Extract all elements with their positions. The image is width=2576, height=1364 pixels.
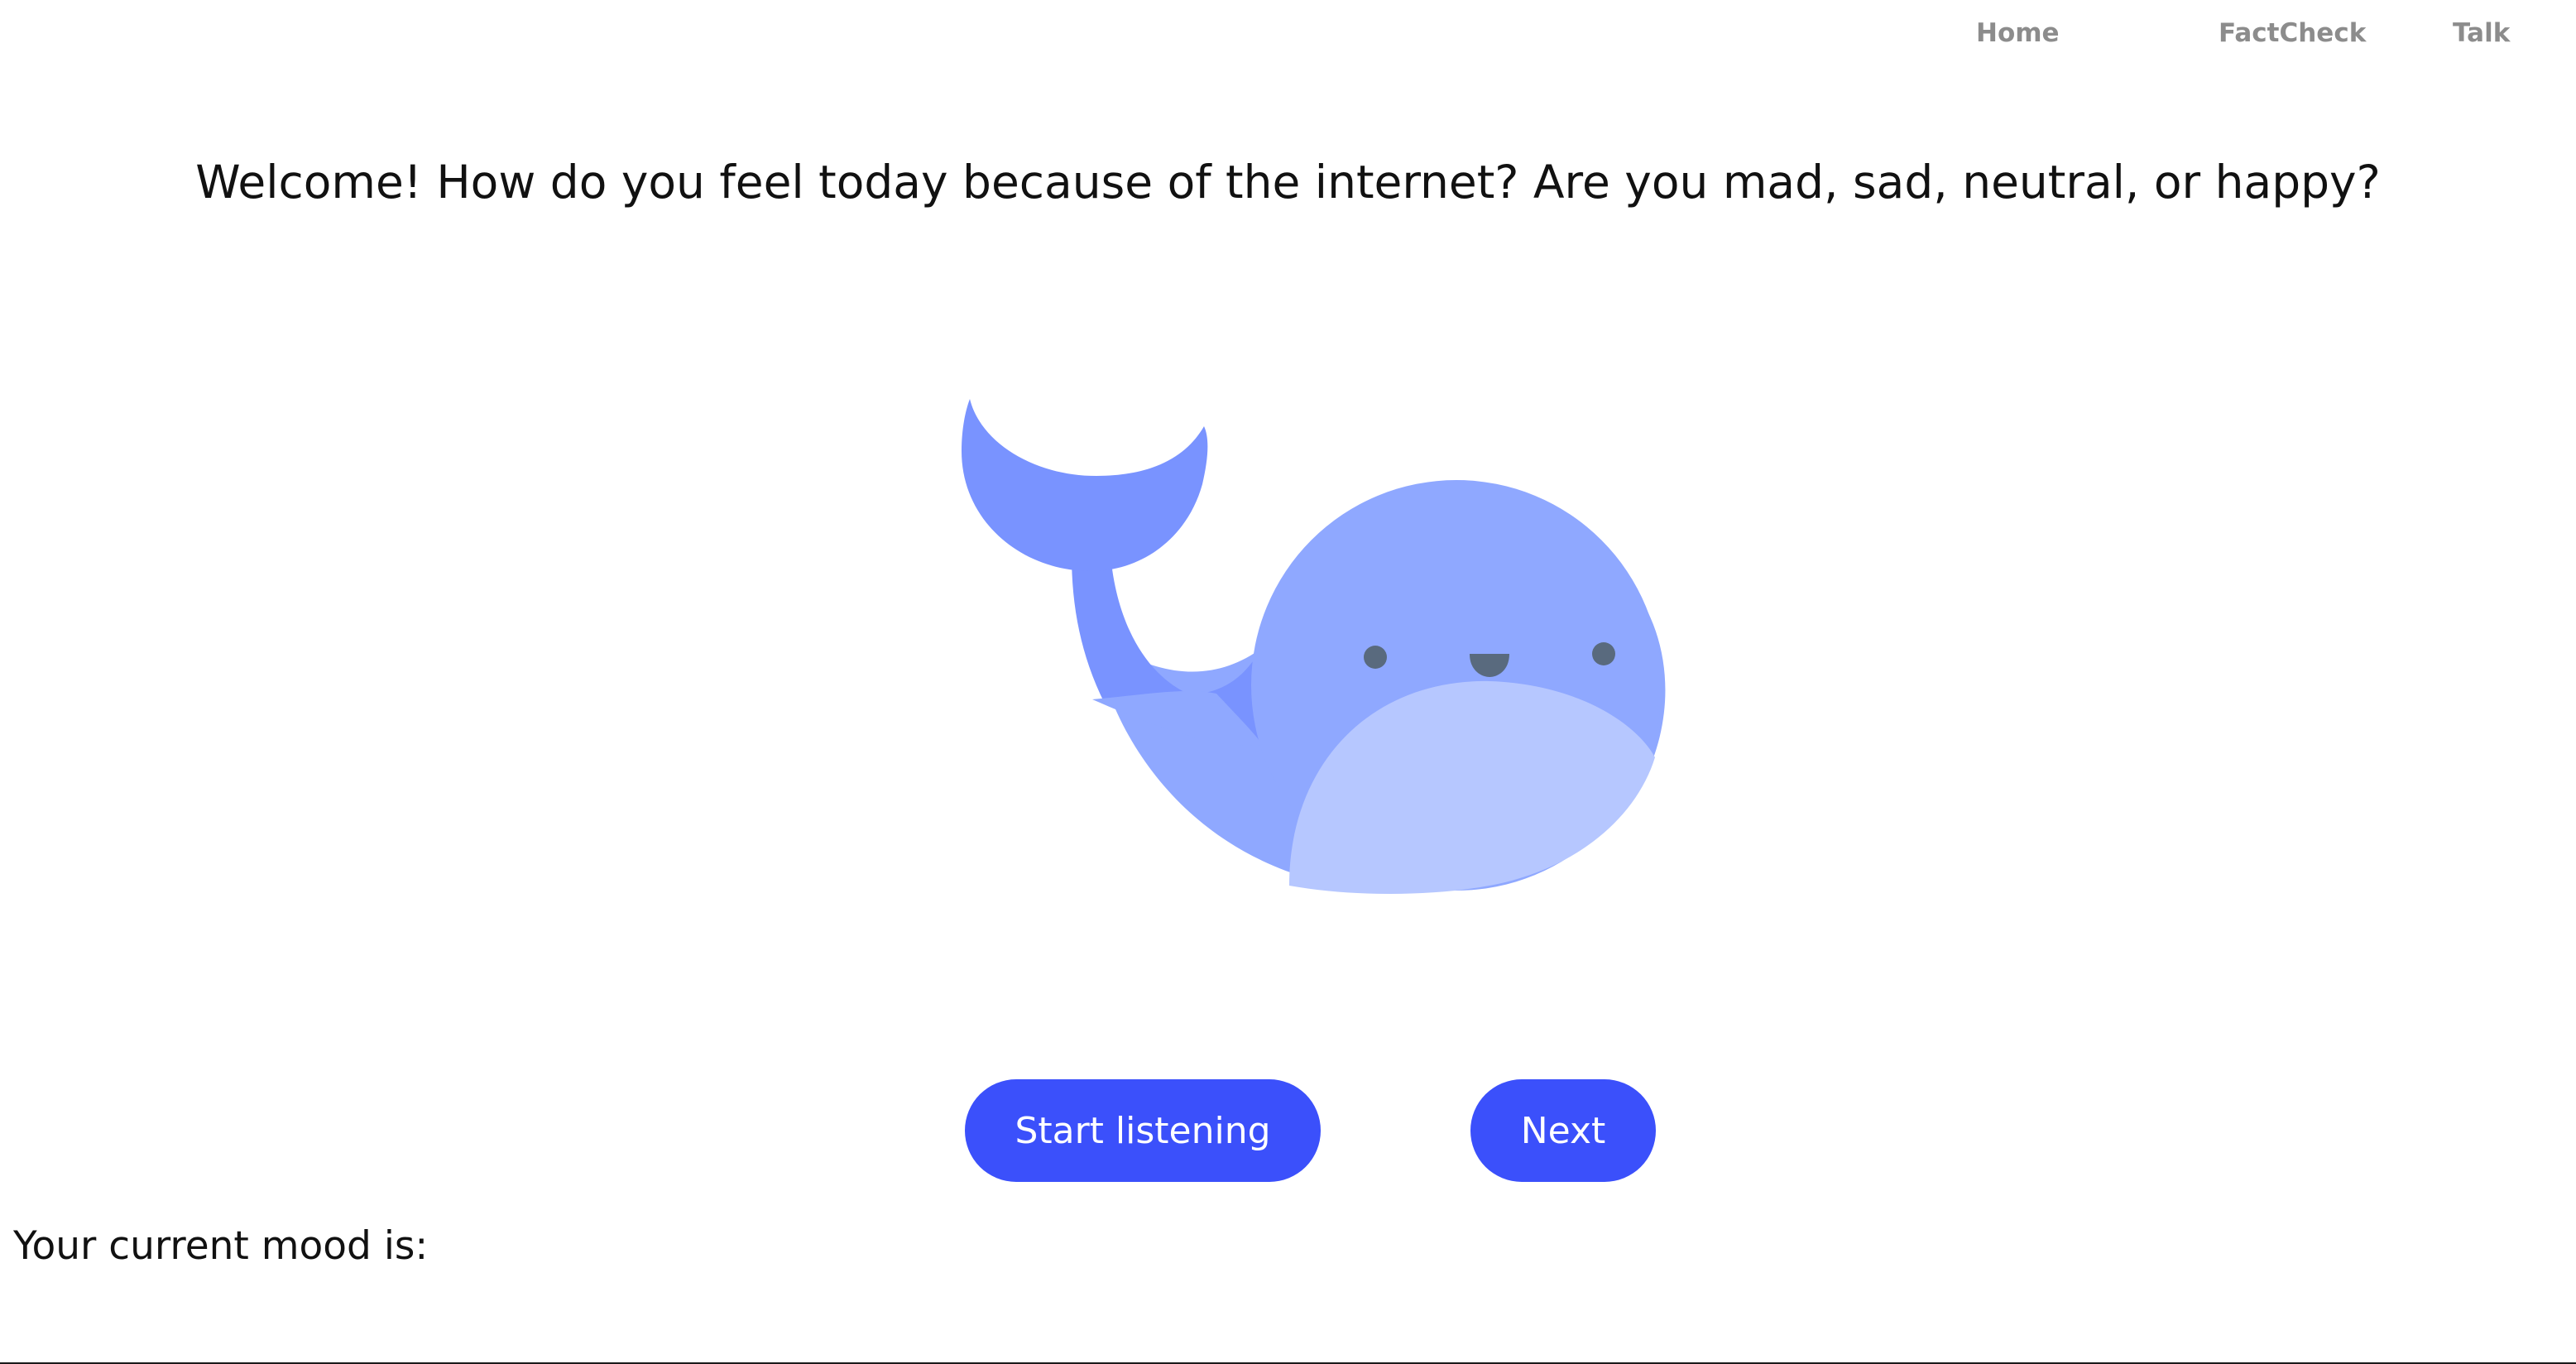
nav-link-home[interactable]: Home: [1976, 18, 2060, 48]
page: Home FactCheck Talk Welcome! How do you …: [0, 0, 2576, 1364]
nav-link-factcheck[interactable]: FactCheck: [2219, 18, 2366, 48]
whale-illustration: [962, 399, 1666, 895]
whale-right-eye: [1592, 642, 1615, 665]
welcome-prompt: Welcome! How do you feel today because o…: [195, 156, 2381, 209]
start-listening-button[interactable]: Start listening: [965, 1079, 1321, 1182]
whale-left-eye: [1364, 646, 1387, 669]
nav-link-talk[interactable]: Talk: [2453, 18, 2510, 48]
next-button[interactable]: Next: [1470, 1079, 1656, 1182]
whale-tail-fluke: [962, 399, 1208, 571]
current-mood-label: Your current mood is:: [13, 1223, 429, 1269]
